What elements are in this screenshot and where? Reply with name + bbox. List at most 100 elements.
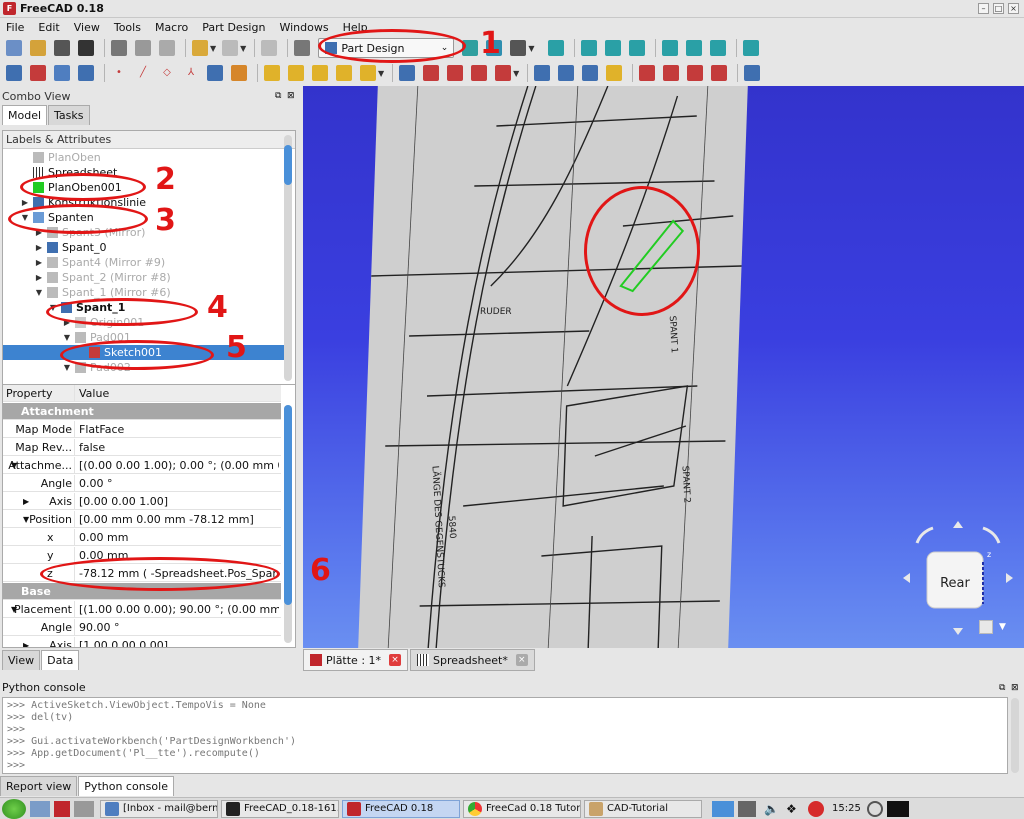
3d-viewport[interactable]: SPANT 1 SPANT 2 LÄNGE DES GEGENSTUCKS 58… [303, 86, 1024, 648]
pad-icon[interactable] [264, 65, 280, 81]
property-group-attachment[interactable]: Attachment [3, 403, 281, 420]
property-row-placement-axis[interactable]: ▶ Axis [1.00 0.00 0.00] [3, 637, 281, 647]
revolution-icon[interactable] [288, 65, 304, 81]
expand-icon[interactable]: ▶ [34, 255, 44, 270]
close-panel-icon[interactable]: ⊠ [1011, 680, 1019, 697]
show-desktop-icon[interactable] [30, 800, 50, 817]
maximize-icon[interactable]: □ [993, 3, 1004, 14]
view-front-icon[interactable] [581, 40, 598, 56]
menu-windows[interactable]: Windows [279, 21, 328, 34]
hole-icon[interactable] [423, 65, 440, 81]
expand-icon[interactable]: ▶ [34, 240, 44, 255]
tree-item-planoben[interactable]: PlanOben [3, 150, 285, 165]
clock[interactable]: 15:25 [832, 803, 861, 814]
undo-dropdown-icon[interactable]: ▼ [210, 44, 216, 53]
close-panel-icon[interactable]: ⊠ [287, 91, 295, 101]
close-tab-icon[interactable]: × [515, 654, 528, 666]
polar-pattern-icon[interactable] [582, 65, 599, 81]
power-icon[interactable] [866, 800, 883, 817]
navcube-mini-cube-icon[interactable] [979, 620, 993, 634]
groove-icon[interactable] [447, 65, 464, 81]
clone-icon[interactable] [207, 65, 223, 81]
property-scrollbar[interactable] [284, 405, 292, 643]
pocket-icon[interactable] [399, 65, 416, 81]
subtractive-loft-icon[interactable] [471, 65, 488, 81]
property-row-placement-angle[interactable]: Angle 90.00 ° [3, 619, 281, 636]
view-rear-icon[interactable] [662, 40, 679, 56]
taskbar-item-freecad[interactable]: FreeCAD 0.18 [342, 799, 460, 818]
property-row-position[interactable]: ▼ Position [0.00 mm 0.00 mm -78.12 mm] [3, 511, 281, 528]
collapse-icon[interactable]: ▼ [34, 285, 44, 300]
subtractive-dropdown-icon[interactable]: ▼ [513, 69, 519, 78]
tab-python-console[interactable]: Python console [78, 776, 174, 796]
tab-report-view[interactable]: Report view [0, 776, 78, 796]
view-left-icon[interactable] [710, 40, 727, 56]
network-icon[interactable] [712, 800, 734, 817]
property-scrollbar-thumb[interactable] [284, 405, 292, 605]
cut-icon[interactable] [111, 40, 127, 56]
loft-icon[interactable] [312, 65, 328, 81]
draw-style-dropdown-icon[interactable]: ▼ [528, 44, 534, 53]
volume-icon[interactable]: 🔈 [764, 801, 780, 817]
taskbar-item-freecad-terminal[interactable]: FreeCAD_0.18-161... [221, 799, 339, 818]
whats-this-icon[interactable] [294, 40, 311, 56]
navcube-menu-icon[interactable]: ▼ [999, 622, 1006, 632]
freecad-launcher-icon[interactable] [54, 800, 70, 817]
tree-item-spant4-mirror[interactable]: ▶ Spant4 (Mirror #9) [3, 255, 285, 270]
property-row-x[interactable]: x 0.00 mm [3, 529, 281, 546]
property-row-attachment-offset[interactable]: ▼ Attachme... [(0.00 0.00 1.00); 0.00 °;… [3, 457, 281, 474]
expand-icon[interactable]: ▶ [34, 270, 44, 285]
tree-scrollbar-thumb[interactable] [284, 145, 292, 185]
property-row-angle[interactable]: Angle 0.00 ° [3, 475, 281, 492]
update-notifier-icon[interactable] [808, 800, 824, 817]
console-scrollbar[interactable] [1011, 698, 1019, 773]
open-file-icon[interactable] [30, 40, 46, 56]
print-icon[interactable] [54, 40, 70, 56]
dropbox-icon[interactable]: ❖ [786, 801, 802, 817]
redo-dropdown-icon[interactable]: ▼ [240, 44, 246, 53]
menu-file[interactable]: File [6, 21, 24, 34]
tab-tasks[interactable]: Tasks [48, 105, 90, 125]
thickness-icon[interactable] [711, 65, 728, 81]
float-panel-icon[interactable]: ⧉ [275, 91, 281, 101]
boolean-icon[interactable] [744, 65, 761, 81]
multi-transform-icon[interactable] [606, 65, 623, 81]
collapse-icon[interactable]: ▼ [62, 330, 72, 345]
redo-icon[interactable] [222, 40, 239, 56]
close-tab-icon[interactable]: × [389, 654, 402, 666]
property-row-placement[interactable]: ▼ Placement [(1.00 0.00 0.00); 90.00 °; … [3, 601, 281, 618]
refresh-icon[interactable] [261, 40, 278, 56]
measure-icon[interactable] [743, 40, 760, 56]
python-console[interactable]: >>> ActiveSketch.ViewObject.TempoVis = N… [2, 697, 1008, 774]
copy-icon[interactable] [135, 40, 151, 56]
datum-line-icon[interactable]: ╱ [135, 65, 151, 81]
menu-part-design[interactable]: Part Design [202, 21, 265, 34]
user-avatar[interactable] [886, 800, 909, 817]
linear-pattern-icon[interactable] [558, 65, 575, 81]
validate-sketch-icon[interactable] [54, 65, 70, 81]
property-row-map-mode[interactable]: Map Mode FlatFace [3, 421, 281, 438]
undo-icon[interactable] [192, 40, 208, 56]
create-body-icon[interactable] [6, 65, 22, 81]
tab-model[interactable]: Model [2, 105, 48, 125]
new-file-icon[interactable] [6, 40, 22, 56]
close-icon[interactable]: × [1008, 3, 1019, 14]
property-row-map-reversed[interactable]: Map Rev... false [3, 439, 281, 456]
taskbar-item-cad-tutorial[interactable]: CAD-Tutorial [584, 799, 702, 818]
taskbar-item-tutorial[interactable]: FreeCad 0.18 Tutor... [463, 799, 581, 818]
minimize-icon[interactable]: – [978, 3, 989, 14]
menu-tools[interactable]: Tools [114, 21, 141, 34]
tab-data[interactable]: Data [41, 650, 80, 670]
draw-style-icon[interactable] [510, 40, 527, 56]
draft-icon[interactable] [687, 65, 704, 81]
view-top-icon[interactable] [605, 40, 622, 56]
tab-view[interactable]: View [2, 650, 41, 670]
local-cs-icon[interactable]: ⅄ [183, 65, 199, 81]
view-right-icon[interactable] [629, 40, 646, 56]
mirrored-icon[interactable] [534, 65, 551, 81]
display-icon[interactable] [738, 800, 756, 817]
tab-document-platte[interactable]: Plätte : 1* × [303, 649, 409, 671]
tree-item-spant2-mirror[interactable]: ▶ Spant_2 (Mirror #8) [3, 270, 285, 285]
fillet-icon[interactable] [639, 65, 656, 81]
float-panel-icon[interactable]: ⧉ [999, 680, 1005, 697]
